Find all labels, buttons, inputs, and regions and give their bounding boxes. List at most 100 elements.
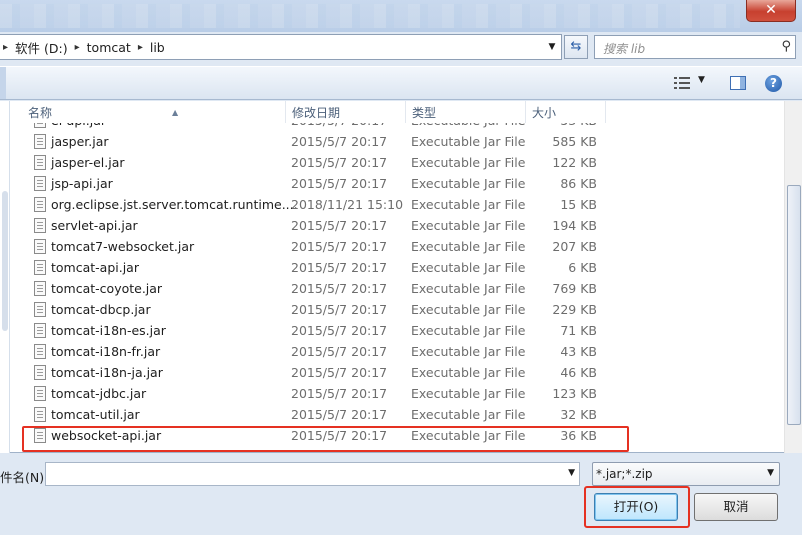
file-rows: el-api.jar2015/5/7 20:17Executable Jar F… (22, 117, 782, 453)
file-name: org.eclipse.jst.server.tomcat.runtime...… (51, 197, 298, 212)
search-input[interactable]: 搜索 lib ⚲ (594, 35, 796, 59)
file-type: Executable Jar File (411, 176, 526, 191)
file-size: 207 KB (552, 239, 597, 254)
chevron-down-icon[interactable]: ▼ (568, 468, 575, 478)
file-type: Executable Jar File (411, 365, 526, 380)
file-name: tomcat7-websocket.jar (51, 239, 195, 254)
preview-pane-icon[interactable] (730, 76, 746, 90)
file-size: 86 KB (560, 176, 597, 191)
search-icon[interactable]: ⚲ (781, 39, 791, 54)
file-type: Executable Jar File (411, 155, 526, 170)
jar-file-icon (34, 365, 46, 380)
file-row[interactable]: tomcat-coyote.jar 2015/5/7 20:17 Executabl… (22, 278, 782, 299)
file-date: 2015/5/7 20:17 (291, 365, 388, 380)
jar-file-icon (34, 386, 46, 401)
file-name: servlet-api.jar (51, 218, 138, 233)
breadcrumb-tomcat[interactable]: tomcat (83, 40, 135, 55)
column-header-size[interactable]: 大小 (526, 101, 606, 123)
file-name: jasper.jar (51, 134, 109, 149)
help-icon[interactable]: ? (765, 75, 782, 92)
file-row[interactable]: jsp-api.jar 2015/5/7 20:17 Executable Jar … (22, 173, 782, 194)
file-type-value: *.jar;*.zip (596, 467, 653, 481)
file-type: Executable Jar File (411, 281, 526, 296)
filename-label: 件名(N): (0, 470, 49, 485)
file-type: Executable Jar File (411, 323, 526, 338)
file-name: tomcat-dbcp.jar (51, 302, 151, 317)
toolbar-edge (0, 67, 6, 99)
file-size: 43 KB (560, 344, 597, 359)
file-date: 2015/5/7 20:17 (291, 176, 388, 191)
file-date: 2015/5/7 20:17 (291, 260, 388, 275)
close-button[interactable]: ✕ (746, 0, 796, 22)
file-row[interactable]: jasper.jar 2015/5/7 20:17 Executable Jar F… (22, 131, 782, 152)
file-name: tomcat-jdbc.jar (51, 386, 147, 401)
file-date: 2018/11/21 15:10 (291, 197, 404, 212)
jar-file-icon (34, 344, 46, 359)
scrollbar-thumb[interactable] (787, 185, 801, 425)
jar-file-icon (34, 239, 46, 254)
file-date: 2015/5/7 20:17 (291, 323, 388, 338)
navigation-pane-edge (0, 101, 10, 453)
file-row[interactable]: jasper-el.jar 2015/5/7 20:17 Executable Ja… (22, 152, 782, 173)
view-list-icon[interactable] (674, 76, 690, 90)
file-type: Executable Jar File (411, 197, 526, 212)
file-date: 2015/5/7 20:17 (291, 407, 388, 422)
file-row[interactable]: tomcat-i18n-fr.jar 2015/5/7 20:17 Executab… (22, 341, 782, 362)
file-type: Executable Jar File (411, 239, 526, 254)
file-size: 32 KB (560, 407, 597, 422)
toolbar: ▼ ? (0, 66, 802, 100)
file-row[interactable]: tomcat-i18n-ja.jar 2015/5/7 20:17 Executab… (22, 362, 782, 383)
file-row[interactable]: tomcat-dbcp.jar 2015/5/7 20:17 Executable … (22, 299, 782, 320)
file-date: 2015/5/7 20:17 (291, 134, 388, 149)
title-bar-background (0, 4, 740, 28)
view-dropdown-icon[interactable]: ▼ (698, 75, 705, 85)
file-date: 2015/5/7 20:17 (291, 344, 388, 359)
file-size: 71 KB (560, 323, 597, 338)
file-name: jsp-api.jar (51, 176, 113, 191)
breadcrumb-lib[interactable]: lib (146, 40, 169, 55)
file-row[interactable]: org.eclipse.jst.server.tomcat.runtime...… (22, 194, 782, 215)
cancel-button[interactable]: 取消 (694, 493, 778, 521)
chevron-right-icon[interactable]: ▸ (72, 42, 83, 53)
file-row[interactable]: servlet-api.jar 2015/5/7 20:17 Executable … (22, 215, 782, 236)
chevron-right-icon[interactable]: ▸ (135, 42, 146, 53)
filename-input[interactable]: ▼ (45, 462, 580, 486)
file-row[interactable]: tomcat-i18n-es.jar 2015/5/7 20:17 Executab… (22, 320, 782, 341)
file-type: Executable Jar File (411, 302, 526, 317)
column-header-date[interactable]: 修改日期 (286, 101, 406, 123)
chevron-down-icon[interactable]: ▼ (544, 35, 560, 59)
file-row[interactable]: tomcat7-websocket.jar 2015/5/7 20:17 Execu… (22, 236, 782, 257)
file-row[interactable]: tomcat-util.jar 2015/5/7 20:17 Executable … (22, 404, 782, 425)
chevron-down-icon[interactable]: ▼ (767, 468, 774, 478)
chevron-right-icon[interactable]: ▸ (0, 42, 11, 53)
file-size: 194 KB (552, 218, 597, 233)
selected-file-highlight (22, 426, 629, 452)
file-type-select[interactable]: *.jar;*.zip ▼ (592, 462, 780, 486)
file-row[interactable]: tomcat-api.jar 2015/5/7 20:17 Executable J… (22, 257, 782, 278)
open-button-highlight (584, 486, 690, 528)
sort-up-icon: ▲ (172, 108, 179, 117)
file-size: 585 KB (552, 134, 597, 149)
file-type: Executable Jar File (411, 344, 526, 359)
column-header-type[interactable]: 类型 (406, 101, 526, 123)
file-row[interactable]: tomcat-jdbc.jar 2015/5/7 20:17 Executable … (22, 383, 782, 404)
file-size: 123 KB (552, 386, 597, 401)
file-name: tomcat-i18n-fr.jar (51, 344, 161, 359)
jar-file-icon (34, 197, 46, 212)
jar-file-icon (34, 155, 46, 170)
file-date: 2015/5/7 20:17 (291, 386, 388, 401)
address-bar[interactable]: ▸ 软件 (D:) ▸ tomcat ▸ lib ▼ (0, 34, 562, 60)
file-size: 122 KB (552, 155, 597, 170)
jar-file-icon (34, 302, 46, 317)
file-date: 2015/5/7 20:17 (291, 239, 388, 254)
breadcrumb: ▸ 软件 (D:) ▸ tomcat ▸ lib (0, 35, 169, 59)
jar-file-icon (34, 176, 46, 191)
file-date: 2015/5/7 20:17 (291, 155, 388, 170)
jar-file-icon (34, 260, 46, 275)
file-name: tomcat-i18n-es.jar (51, 323, 166, 338)
vertical-scrollbar[interactable] (784, 101, 802, 453)
column-header-name[interactable]: 名称 ▲ (22, 101, 286, 123)
breadcrumb-drive[interactable]: 软件 (D:) (11, 38, 72, 57)
jar-file-icon (34, 218, 46, 233)
refresh-button[interactable]: ⇆ (564, 35, 588, 59)
